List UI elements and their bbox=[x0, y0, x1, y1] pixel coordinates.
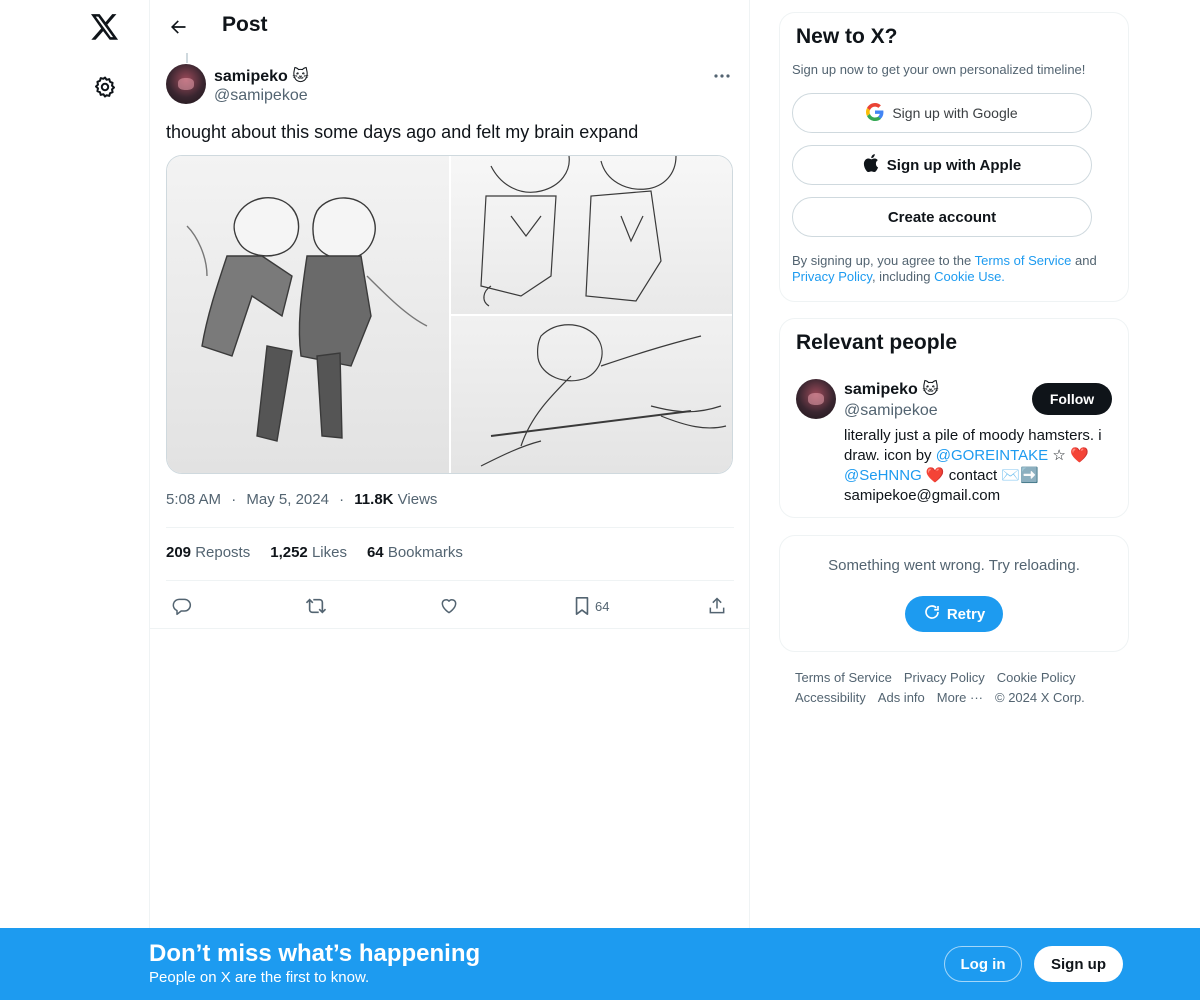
repost-icon[interactable] bbox=[305, 594, 327, 618]
left-nav bbox=[0, 0, 150, 1000]
bookmarks-count: 64 bbox=[366, 544, 384, 561]
likes-stat[interactable]: 1,252 Likes bbox=[270, 544, 347, 561]
reposts-stat[interactable]: 209 Reposts bbox=[166, 544, 250, 561]
apple-signup-label: Sign up with Apple bbox=[886, 156, 1022, 174]
reposts-label: Reposts bbox=[191, 544, 251, 561]
footer-copyright: © 2024 X Corp. bbox=[995, 690, 1085, 705]
follow-button[interactable]: Follow bbox=[1032, 383, 1112, 415]
signup-button[interactable]: Sign up bbox=[1034, 946, 1123, 982]
legal-prefix: By signing up, you agree to the bbox=[792, 253, 975, 268]
settings-gear-icon[interactable] bbox=[89, 71, 121, 103]
person-name[interactable]: samipeko 🐱 bbox=[844, 379, 939, 399]
cookie-use-link[interactable]: Cookie Use. bbox=[934, 269, 1005, 284]
relevant-people-card: Relevant people samipeko 🐱 @samipekoe Fo… bbox=[779, 318, 1129, 518]
post-image-3[interactable] bbox=[451, 316, 732, 473]
apple-signup-button[interactable]: Sign up with Apple bbox=[792, 145, 1092, 185]
views-label: Views bbox=[393, 491, 438, 508]
bio-mention-link[interactable]: @SeHNNG bbox=[844, 467, 922, 484]
back-arrow-icon[interactable] bbox=[162, 11, 194, 43]
retry-label: Retry bbox=[946, 605, 986, 623]
meta-dot: · bbox=[339, 491, 345, 508]
create-account-label: Create account bbox=[887, 208, 997, 226]
reposts-count: 209 bbox=[166, 544, 192, 561]
footer-ads-link[interactable]: Ads info bbox=[878, 688, 925, 708]
banner-title: Don’t miss what’s happening bbox=[149, 940, 481, 967]
bookmarks-stat[interactable]: 64 Bookmarks bbox=[367, 544, 463, 561]
footer-cookie-link[interactable]: Cookie Policy bbox=[997, 668, 1076, 688]
signup-subtitle: Sign up now to get your own personalized… bbox=[792, 62, 1086, 77]
error-message: Something went wrong. Try reloading. bbox=[828, 557, 1080, 574]
signup-title: New to X? bbox=[796, 25, 898, 48]
bookmarks-label: Bookmarks bbox=[383, 544, 463, 561]
post-text: thought about this some days ago and fel… bbox=[166, 122, 639, 142]
banner-subtitle: People on X are the first to know. bbox=[149, 969, 370, 986]
footer-privacy-link[interactable]: Privacy Policy bbox=[904, 668, 985, 688]
person-bio: literally just a pile of moody hamsters.… bbox=[844, 426, 1116, 506]
avatar[interactable] bbox=[796, 379, 836, 419]
likes-label: Likes bbox=[307, 544, 347, 561]
post-actions: 64 bbox=[166, 590, 734, 622]
page-title: Post bbox=[222, 13, 268, 36]
bio-mention-link[interactable]: @GOREINTAKE bbox=[936, 447, 1048, 464]
post-image-2[interactable] bbox=[451, 156, 732, 314]
divider bbox=[166, 527, 734, 528]
meta-dot: · bbox=[231, 491, 237, 508]
terms-link[interactable]: Terms of Service bbox=[975, 253, 1072, 268]
post-image-1[interactable] bbox=[167, 156, 449, 473]
post-date[interactable]: May 5, 2024 bbox=[246, 491, 329, 508]
error-card: Something went wrong. Try reloading. Ret… bbox=[779, 535, 1129, 652]
signup-legal-text: By signing up, you agree to the Terms of… bbox=[792, 253, 1118, 285]
share-icon[interactable] bbox=[707, 594, 727, 618]
google-icon bbox=[866, 102, 884, 124]
relevant-people-title: Relevant people bbox=[796, 331, 958, 354]
signup-card: New to X? Sign up now to get your own pe… bbox=[779, 12, 1129, 302]
x-logo-icon[interactable] bbox=[88, 10, 122, 44]
post-stats: 209 Reposts 1,252 Likes 64 Bookmarks bbox=[166, 544, 463, 561]
footer-terms-link[interactable]: Terms of Service bbox=[795, 668, 892, 688]
thread-connector bbox=[186, 53, 188, 63]
author-name[interactable]: samipeko 🐱 bbox=[214, 66, 309, 86]
google-signup-label: Sign up with Google bbox=[892, 105, 1018, 121]
refresh-icon bbox=[923, 603, 941, 625]
footer-accessibility-link[interactable]: Accessibility bbox=[795, 688, 866, 708]
bookmark-icon[interactable]: 64 bbox=[573, 594, 609, 618]
views-count: 11.8K bbox=[354, 491, 394, 508]
avatar[interactable] bbox=[166, 64, 206, 104]
divider bbox=[166, 580, 734, 581]
reply-icon[interactable] bbox=[172, 594, 192, 618]
google-signup-button[interactable]: Sign up with Google bbox=[792, 93, 1092, 133]
bio-text: ☆ ❤️ bbox=[1048, 447, 1089, 464]
post-media-grid bbox=[166, 155, 733, 474]
divider bbox=[150, 628, 750, 629]
login-button[interactable]: Log in bbox=[944, 946, 1022, 982]
legal-including: , including bbox=[871, 269, 935, 284]
create-account-button[interactable]: Create account bbox=[792, 197, 1092, 237]
bookmark-action-count: 64 bbox=[595, 598, 610, 614]
author-handle[interactable]: @samipekoe bbox=[214, 87, 308, 105]
footer-more-link[interactable]: More ··· bbox=[937, 688, 983, 708]
main-column: Post samipeko 🐱 @samipekoe thought about… bbox=[149, 0, 750, 1000]
post-header: Post bbox=[150, 0, 750, 53]
likes-count: 1,252 bbox=[270, 544, 308, 561]
post-author[interactable]: samipeko 🐱 @samipekoe bbox=[166, 64, 309, 104]
privacy-link[interactable]: Privacy Policy bbox=[792, 269, 872, 284]
person-handle[interactable]: @samipekoe bbox=[844, 402, 938, 420]
retry-button[interactable]: Retry bbox=[905, 596, 1003, 632]
like-heart-icon[interactable] bbox=[439, 594, 459, 618]
apple-icon bbox=[863, 154, 879, 176]
more-options-icon[interactable] bbox=[710, 66, 734, 86]
post-time[interactable]: 5:08 AM bbox=[166, 491, 221, 508]
post-meta: 5:08 AM · May 5, 2024 · 11.8K Views bbox=[166, 491, 437, 508]
bottom-signup-banner: Don’t miss what’s happening People on X … bbox=[0, 928, 1200, 1000]
legal-and: and bbox=[1071, 253, 1097, 268]
footer-links: Terms of Service Privacy Policy Cookie Pol… bbox=[795, 668, 1125, 708]
